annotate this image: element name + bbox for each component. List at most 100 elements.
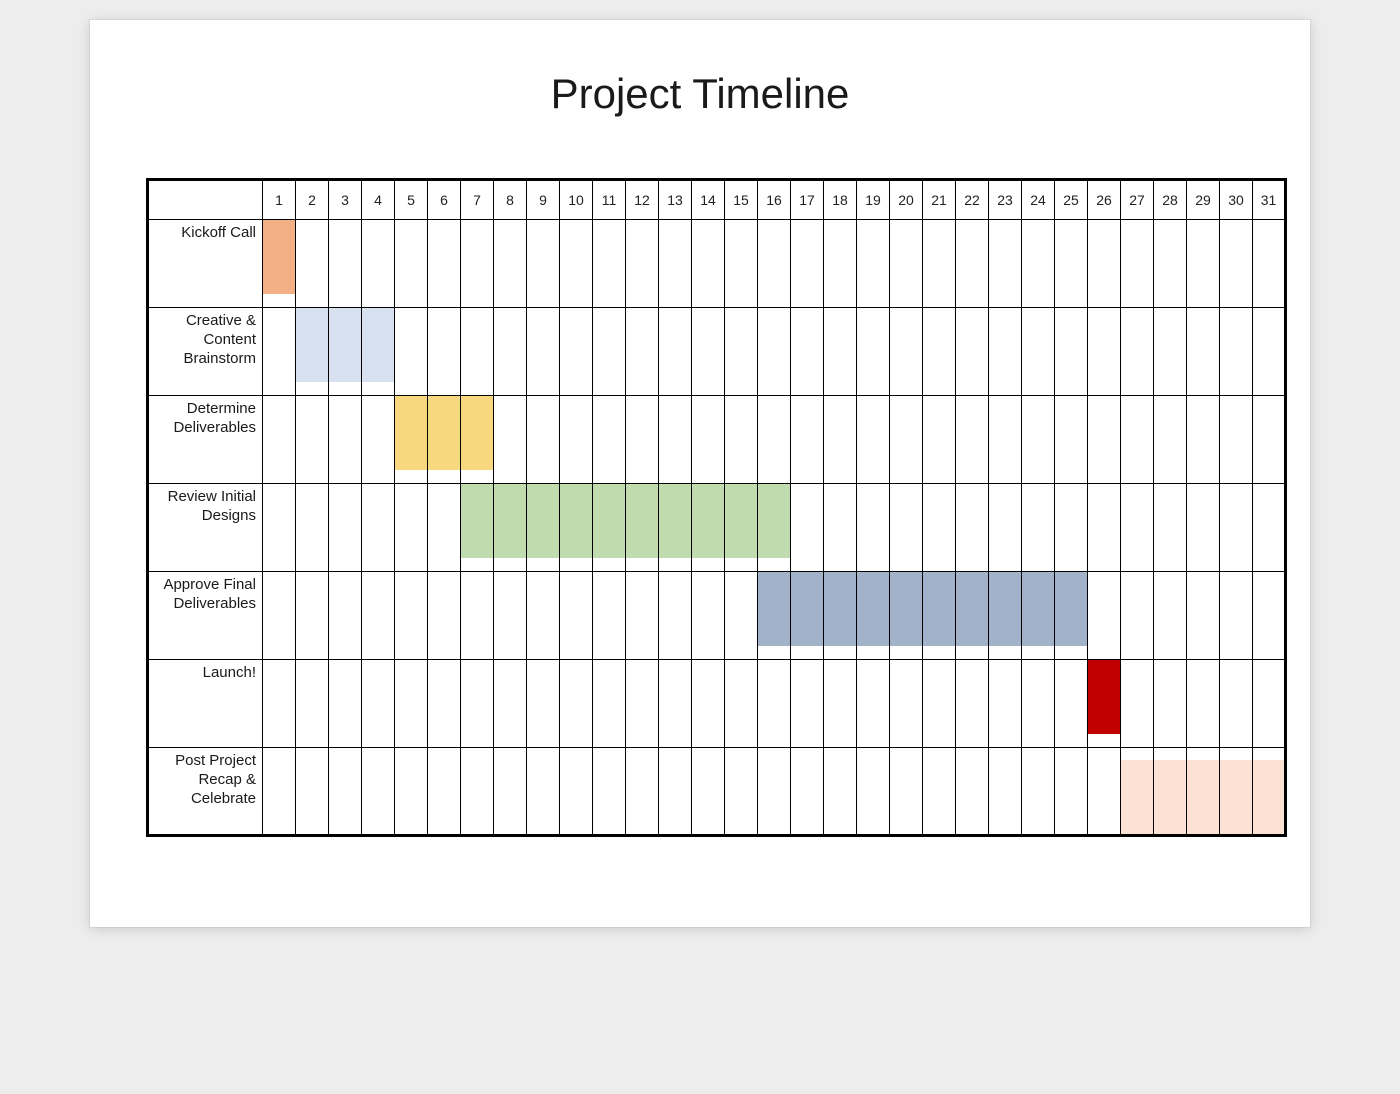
gantt-cell: [428, 660, 461, 748]
gantt-cell: [857, 396, 890, 484]
table-row: Launch!: [148, 660, 1286, 748]
table-row: Kickoff Call: [148, 220, 1286, 308]
gantt-cell: [758, 748, 791, 836]
gantt-cell: [428, 484, 461, 572]
gantt-cell: [923, 660, 956, 748]
gantt-cell: [263, 660, 296, 748]
gantt-cell: [824, 308, 857, 396]
gantt-cell: [1121, 748, 1154, 836]
gantt-cell: [1088, 572, 1121, 660]
gantt-bar: [890, 572, 922, 646]
gantt-cell: [1022, 308, 1055, 396]
gantt-cell: [329, 308, 362, 396]
gantt-cell: [659, 220, 692, 308]
gantt-cell: [923, 572, 956, 660]
gantt-cell: [1220, 748, 1253, 836]
gantt-cell: [1055, 396, 1088, 484]
gantt-bar: [989, 572, 1021, 646]
gantt-cell: [296, 748, 329, 836]
gantt-cell: [494, 748, 527, 836]
day-header: 22: [956, 180, 989, 220]
gantt-bar: [692, 484, 724, 558]
gantt-cell: [296, 308, 329, 396]
gantt-cell: [329, 748, 362, 836]
gantt-bar: [824, 572, 856, 646]
gantt-cell: [494, 572, 527, 660]
gantt-cell: [824, 220, 857, 308]
day-header: 1: [263, 180, 296, 220]
gantt-cell: [296, 396, 329, 484]
gantt-cell: [758, 308, 791, 396]
gantt-cell: [296, 220, 329, 308]
gantt-cell: [692, 308, 725, 396]
gantt-cell: [560, 572, 593, 660]
gantt-cell: [362, 748, 395, 836]
gantt-cell: [956, 308, 989, 396]
gantt-cell: [1121, 484, 1154, 572]
gantt-cell: [824, 572, 857, 660]
gantt-cell: [560, 484, 593, 572]
gantt-cell: [560, 660, 593, 748]
gantt-bar: [593, 484, 625, 558]
gantt-cell: [296, 660, 329, 748]
gantt-cell: [890, 308, 923, 396]
gantt-cell: [725, 484, 758, 572]
day-header: 19: [857, 180, 890, 220]
gantt-cell: [626, 660, 659, 748]
gantt-cell: [725, 308, 758, 396]
gantt-cell: [395, 748, 428, 836]
day-header: 18: [824, 180, 857, 220]
table-row: Determine Deliverables: [148, 396, 1286, 484]
gantt-cell: [626, 220, 659, 308]
gantt-cell: [560, 220, 593, 308]
gantt-cell: [725, 660, 758, 748]
gantt-cell: [527, 484, 560, 572]
gantt-cell: [989, 572, 1022, 660]
gantt-cell: [263, 308, 296, 396]
header-row: 1234567891011121314151617181920212223242…: [148, 180, 1286, 220]
gantt-cell: [461, 396, 494, 484]
day-header: 28: [1154, 180, 1187, 220]
header-blank: [148, 180, 263, 220]
gantt-cell: [923, 396, 956, 484]
gantt-cell: [692, 220, 725, 308]
task-label: Review Initial Designs: [148, 484, 263, 572]
gantt-bar: [1187, 760, 1219, 834]
gantt-bar: [329, 308, 361, 382]
gantt-cell: [725, 748, 758, 836]
gantt-cell: [428, 572, 461, 660]
gantt-cell: [527, 572, 560, 660]
task-label: Approve Final Deliverables: [148, 572, 263, 660]
gantt-bar: [1121, 760, 1153, 834]
gantt-cell: [1253, 484, 1286, 572]
gantt-cell: [395, 572, 428, 660]
gantt-cell: [890, 396, 923, 484]
task-label: Determine Deliverables: [148, 396, 263, 484]
gantt-cell: [1187, 748, 1220, 836]
gantt-bar: [659, 484, 691, 558]
gantt-cell: [692, 396, 725, 484]
gantt-cell: [362, 484, 395, 572]
gantt-cell: [527, 396, 560, 484]
gantt-cell: [989, 396, 1022, 484]
gantt-cell: [890, 572, 923, 660]
gantt-cell: [1088, 396, 1121, 484]
gantt-cell: [857, 220, 890, 308]
gantt-cell: [725, 572, 758, 660]
gantt-cell: [1154, 572, 1187, 660]
gantt-cell: [494, 308, 527, 396]
gantt-cell: [263, 748, 296, 836]
gantt-bar: [1088, 660, 1120, 734]
gantt-cell: [362, 572, 395, 660]
day-header: 16: [758, 180, 791, 220]
gantt-bar: [263, 220, 295, 294]
day-header: 30: [1220, 180, 1253, 220]
gantt-bar: [395, 396, 427, 470]
gantt-cell: [329, 396, 362, 484]
gantt-cell: [329, 660, 362, 748]
gantt-cell: [1253, 396, 1286, 484]
day-header: 20: [890, 180, 923, 220]
day-header: 4: [362, 180, 395, 220]
gantt-cell: [791, 572, 824, 660]
gantt-cell: [791, 220, 824, 308]
